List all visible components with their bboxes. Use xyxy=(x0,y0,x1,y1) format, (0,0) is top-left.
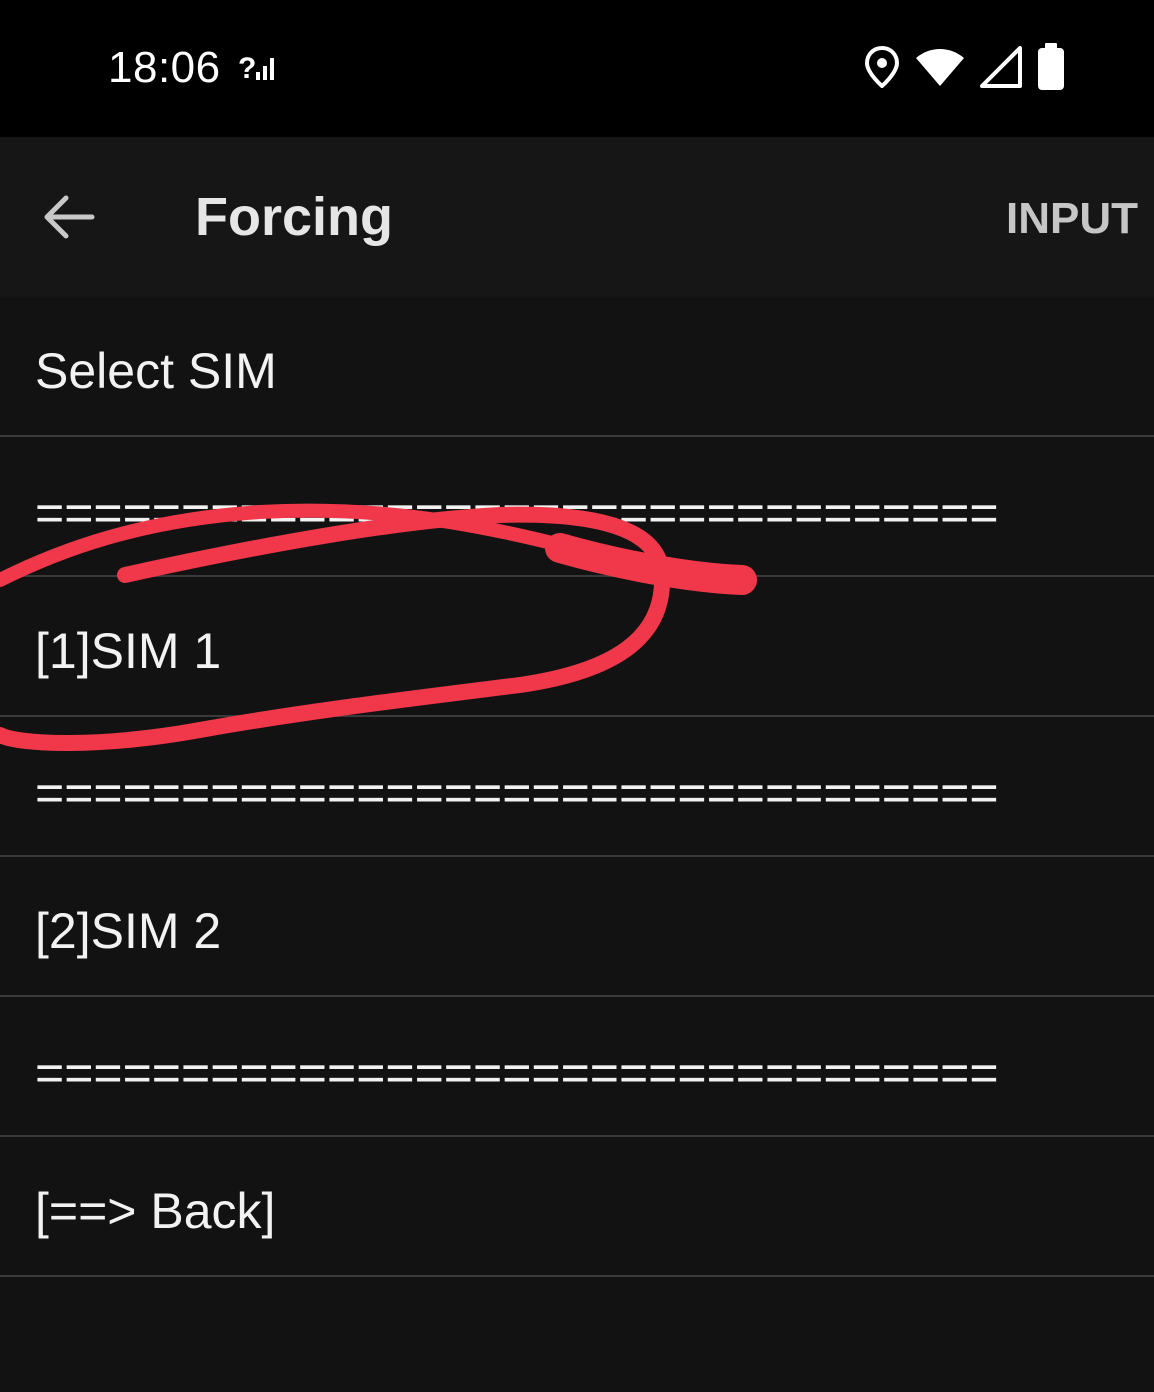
signal-unknown-icon: ? xyxy=(238,52,274,85)
cell-signal-icon xyxy=(980,46,1022,88)
separator-text: ================================= xyxy=(35,485,999,541)
menu-header-text: Select SIM xyxy=(35,343,277,399)
sim-2-label: [2]SIM 2 xyxy=(35,903,222,959)
page-title: Forcing xyxy=(195,187,393,247)
menu-header: Select SIM xyxy=(0,297,1154,437)
sim-1-label: [1]SIM 1 xyxy=(35,623,222,679)
list-item-separator[interactable]: ================================= xyxy=(0,997,1154,1137)
svg-text:?: ? xyxy=(238,52,256,85)
location-icon xyxy=(864,46,900,88)
status-icons xyxy=(864,42,1066,92)
menu-list: Select SIM =============================… xyxy=(0,297,1154,1277)
list-item-separator[interactable]: ================================= xyxy=(0,437,1154,577)
list-item-back[interactable]: [==> Back] xyxy=(0,1137,1154,1277)
battery-icon xyxy=(1038,43,1064,90)
status-time: 18:06 xyxy=(108,43,221,92)
list-item-separator[interactable]: ================================= xyxy=(0,717,1154,857)
list-item-sim-1[interactable]: [1]SIM 1 xyxy=(0,577,1154,717)
back-arrow-icon[interactable] xyxy=(42,192,96,242)
separator-text: ================================= xyxy=(35,1045,999,1101)
list-item-sim-2[interactable]: [2]SIM 2 xyxy=(0,857,1154,997)
back-option-label: [==> Back] xyxy=(35,1183,276,1239)
status-bar: 18:06 ? xyxy=(0,0,1154,137)
separator-text: ================================= xyxy=(35,765,999,821)
input-button[interactable]: INPUT xyxy=(1006,192,1138,246)
app-bar: Forcing INPUT xyxy=(0,137,1154,297)
wifi-icon xyxy=(916,49,964,86)
